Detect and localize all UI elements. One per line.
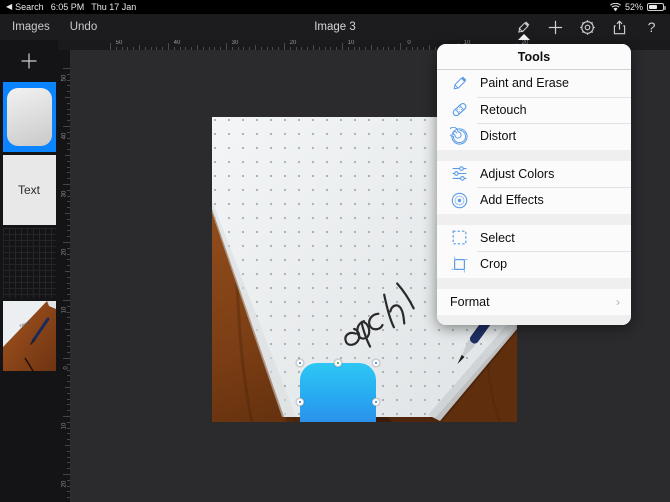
menu-label: Distort — [480, 129, 517, 144]
battery-icon — [647, 3, 666, 11]
app-toolbar: Images Undo Image 3 ? — [0, 14, 670, 42]
spiral-icon — [450, 126, 469, 146]
ruler-label: 0 — [407, 40, 411, 46]
menu-item-format[interactable]: Format › — [437, 288, 631, 315]
help-question-icon[interactable]: ? — [643, 19, 660, 36]
ruler-major-tick — [400, 43, 401, 50]
menu-label: Crop — [480, 257, 508, 272]
ruler-label: 40 — [173, 40, 181, 46]
settings-gear-icon[interactable] — [579, 19, 596, 36]
ruler-major-tick — [63, 184, 70, 185]
toolbar-left-group: Images Undo — [0, 21, 97, 33]
menu-item-adjust-colors[interactable]: Adjust Colors — [437, 160, 631, 187]
popover-group-1: Paint and Erase Retouch Distort — [437, 70, 631, 150]
wifi-icon — [610, 2, 621, 12]
battery-percent-label: 52% — [624, 2, 643, 12]
handle-middle-right[interactable] — [372, 398, 380, 406]
status-date: Thu 17 Jan — [91, 2, 137, 12]
ruler-major-tick — [63, 474, 70, 475]
add-layer-button[interactable] — [0, 40, 58, 82]
status-bar-right: 52% — [610, 2, 670, 12]
ruler-major-tick — [63, 300, 70, 301]
menu-item-add-effects[interactable]: Add Effects — [437, 187, 631, 214]
layer-grid[interactable] — [2, 228, 56, 298]
status-time: 6:05 PM — [50, 2, 85, 12]
dashed-square-icon — [450, 228, 469, 247]
tools-icon[interactable] — [515, 19, 532, 42]
menu-item-crop[interactable]: Crop — [437, 251, 631, 278]
layer-photo-preview: epoch — [2, 301, 56, 371]
menu-label: Retouch — [480, 102, 527, 117]
menu-item-paint-and-erase[interactable]: Paint and Erase — [437, 70, 631, 97]
layers-sidebar: Text epoch — [0, 40, 58, 502]
ruler-label: 10 — [347, 40, 355, 46]
bandage-icon — [450, 100, 469, 119]
ruler-label: 50 — [115, 40, 123, 46]
ruler-major-tick — [63, 242, 70, 243]
crop-icon — [450, 255, 469, 274]
popover-title: Tools — [437, 44, 631, 69]
back-label: Search — [15, 2, 44, 12]
ruler-major-tick — [110, 43, 111, 50]
ruler-major-tick — [63, 358, 70, 359]
menu-item-select[interactable]: Select — [437, 224, 631, 251]
handle-middle-left[interactable] — [296, 398, 304, 406]
ruler-label: 20 — [289, 40, 297, 46]
ruler-label: 30 — [231, 40, 239, 46]
ruler-major-tick — [168, 43, 169, 50]
menu-label: Add Effects — [480, 193, 544, 208]
popover-bottom-pad — [437, 315, 631, 325]
handle-corner-radius[interactable] — [334, 359, 342, 367]
ruler-major-tick — [63, 68, 70, 69]
layer-text-label: Text — [2, 155, 56, 225]
layer-grid-preview — [2, 228, 56, 298]
add-icon[interactable] — [547, 19, 564, 36]
paintbrush-icon — [450, 74, 469, 93]
popover-group-4: Format › — [437, 288, 631, 315]
share-icon[interactable] — [611, 19, 628, 36]
ruler-major-tick — [63, 416, 70, 417]
menu-item-retouch[interactable]: Retouch — [437, 96, 631, 123]
vertical-ruler[interactable]: 504030201001020304050 — [58, 50, 70, 502]
sliders-icon — [450, 164, 469, 183]
layer-shape[interactable] — [2, 82, 56, 152]
tools-popover: Tools Paint and Erase Retouch Distort Ad… — [437, 44, 631, 325]
rounded-rect-shape[interactable] — [300, 363, 376, 422]
back-caret-icon: ◀ — [6, 2, 13, 11]
menu-item-distort[interactable]: Distort — [437, 123, 631, 150]
undo-button[interactable]: Undo — [70, 21, 98, 33]
menu-label: Format — [450, 294, 490, 309]
popover-divider-3 — [437, 277, 631, 289]
ruler-major-tick — [284, 43, 285, 50]
menu-label: Paint and Erase — [480, 76, 569, 91]
effects-circle-icon — [450, 191, 469, 210]
svg-text:?: ? — [648, 20, 656, 36]
popover-divider-1 — [437, 149, 631, 161]
status-bar-left: ◀ Search 6:05 PM Thu 17 Jan — [0, 2, 136, 12]
handle-top-left[interactable] — [296, 359, 304, 367]
app-root: ◀ Search 6:05 PM Thu 17 Jan 52% Images U… — [0, 0, 670, 502]
toolbar-right-group: ? — [515, 19, 670, 42]
ruler-major-tick — [342, 43, 343, 50]
status-bar: ◀ Search 6:05 PM Thu 17 Jan 52% — [0, 0, 670, 14]
popover-group-2: Adjust Colors Add Effects — [437, 160, 631, 214]
layer-photo[interactable]: epoch — [2, 301, 56, 371]
images-button[interactable]: Images — [12, 21, 50, 33]
menu-label: Adjust Colors — [480, 166, 555, 181]
layer-text[interactable]: Text — [2, 155, 56, 225]
handle-top-right[interactable] — [372, 359, 380, 367]
popover-group-3: Select Crop — [437, 224, 631, 278]
layer-shape-preview — [6, 85, 53, 149]
popover-divider-2 — [437, 213, 631, 225]
menu-label: Select — [480, 230, 515, 245]
ruler-major-tick — [63, 126, 70, 127]
chevron-right-icon: › — [616, 294, 620, 309]
ruler-major-tick — [226, 43, 227, 50]
back-to-search-button[interactable]: ◀ Search — [6, 2, 44, 12]
